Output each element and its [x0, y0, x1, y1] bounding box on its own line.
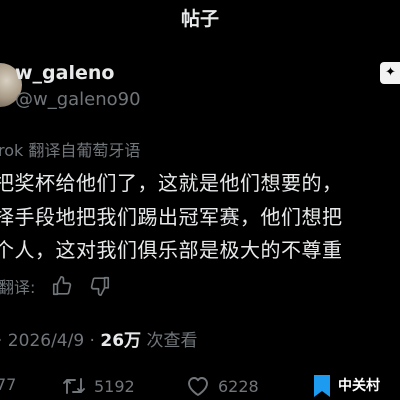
grok-icon: ✦	[385, 65, 396, 80]
bookmark-button[interactable]	[312, 374, 340, 398]
translation-note[interactable]: rok 翻译自葡萄牙语	[0, 137, 140, 161]
author-handle[interactable]: @w_galeno90	[15, 89, 141, 110]
retweet-count: 5192	[94, 376, 135, 396]
post-detail-screen: 帖子 w_galeno @w_galeno90 ✦ rok 翻译自葡萄牙语 把奖…	[0, 0, 400, 400]
views-label: 次查看	[141, 331, 198, 351]
thumbs-up-icon[interactable]	[51, 275, 73, 297]
feedback-label: 翻译:	[0, 278, 36, 297]
author-display-name[interactable]: w_galeno	[15, 62, 114, 84]
watermark: 中关村	[338, 378, 380, 394]
reply-count: 77	[0, 375, 17, 394]
views-count: 26万	[100, 331, 142, 351]
like-button[interactable]: 6228	[186, 375, 259, 397]
retweet-icon	[63, 378, 85, 394]
like-count: 6228	[218, 376, 259, 396]
retweet-button[interactable]: 5192	[62, 375, 135, 397]
post-meta: · 2026/4/9 · 26万 次查看	[0, 326, 197, 351]
translation-feedback: 翻译:	[0, 275, 111, 297]
post-date: · 2026/4/9 ·	[0, 331, 101, 351]
post-text-line: 把奖杯给他们了，这就是他们想要的，	[0, 171, 343, 195]
post-text-line: 个人，这对我们俱乐部是极大的不尊重	[0, 238, 343, 262]
page-title: 帖子	[180, 8, 219, 30]
grok-button[interactable]: ✦	[380, 62, 400, 84]
heart-icon	[188, 377, 208, 396]
bookmark-icon	[314, 375, 330, 397]
thumbs-down-icon[interactable]	[89, 275, 111, 297]
post-text-line: 择手段地把我们踢出冠军赛，他们想把	[0, 205, 343, 229]
reply-button[interactable]: 77	[0, 375, 16, 394]
